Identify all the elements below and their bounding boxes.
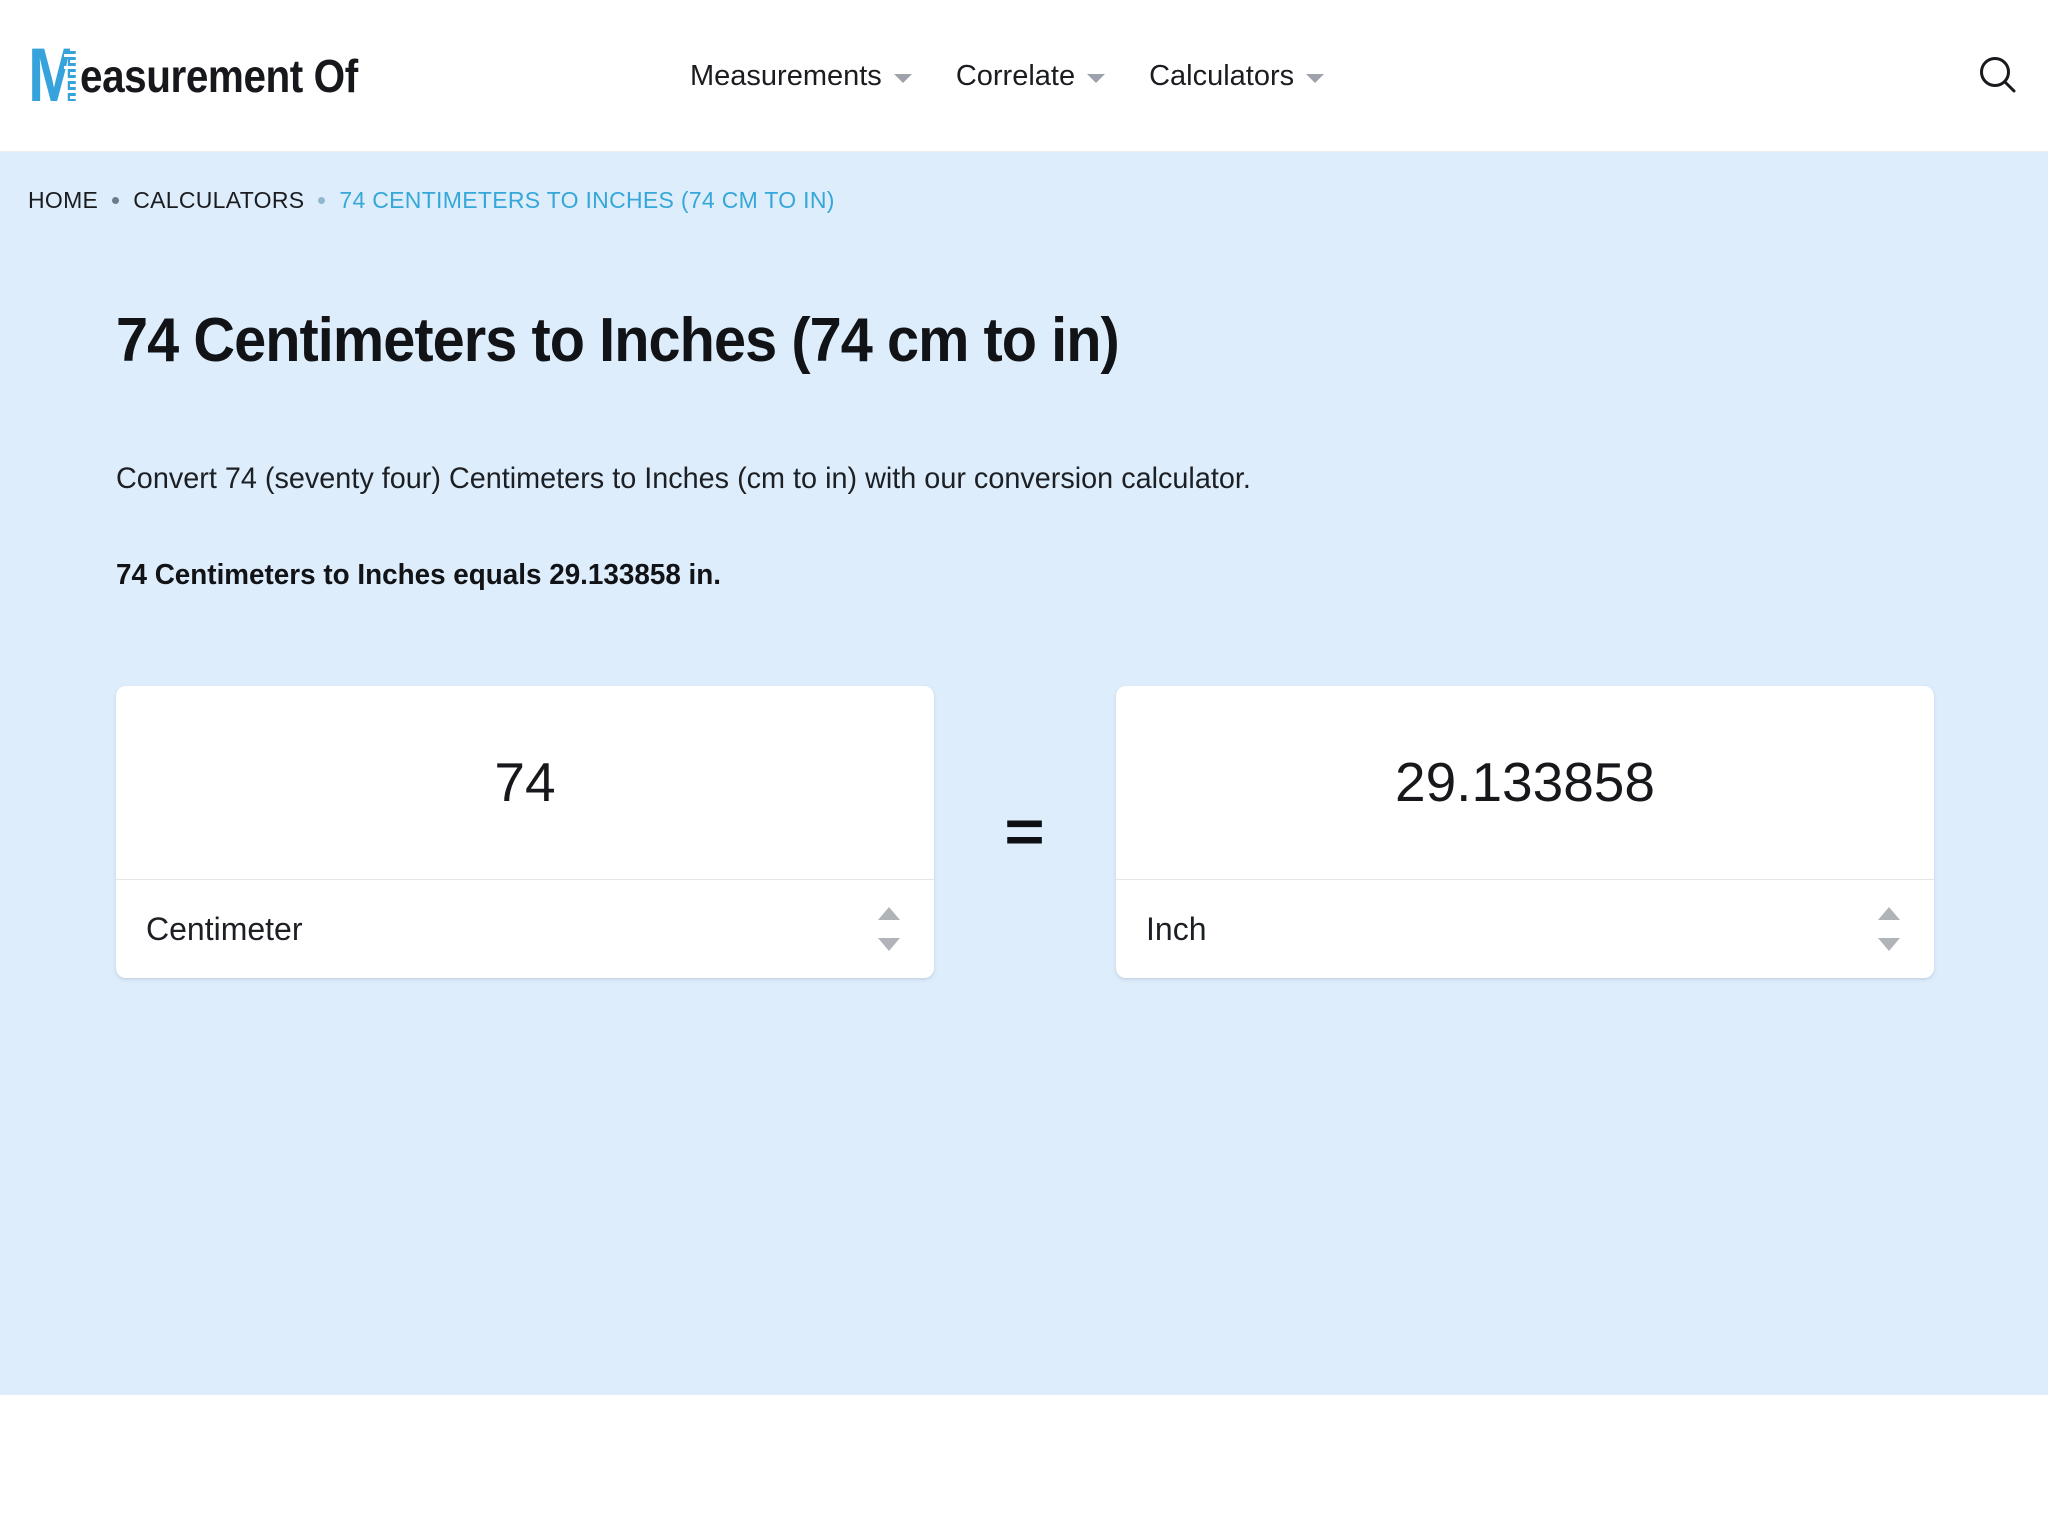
arrow-up-icon [878, 906, 900, 920]
logo-text: easurement Of [80, 49, 358, 102]
from-value-row: 74 [116, 686, 934, 880]
breadcrumb-item-current: 74 CENTIMETERS TO INCHES (74 CM TO IN) [339, 186, 835, 213]
from-unit-select[interactable]: Centimeter [116, 880, 934, 978]
chevron-down-icon [1306, 73, 1325, 83]
site-header: M easurement Of Measurements Correlate C… [0, 0, 2048, 152]
main-navigation: Measurements Correlate Calculators [690, 0, 1325, 152]
nav-item-measurements[interactable]: Measurements [690, 59, 912, 92]
breadcrumb-item-calculators[interactable]: CALCULATORS [133, 187, 304, 214]
from-unit-label: Centimeter [146, 910, 303, 947]
breadcrumb-separator-icon [318, 196, 326, 204]
converter-card-from: 74 Centimeter [116, 685, 934, 978]
hero-content: 74 Centimeters to Inches (74 cm to in) C… [0, 306, 2048, 978]
nav-item-label: Correlate [955, 59, 1076, 92]
chevron-down-icon [893, 73, 912, 83]
search-icon [1980, 56, 2016, 92]
result-summary: 74 Centimeters to Inches equals 29.13385… [116, 558, 722, 591]
ruler-ticks-icon [64, 47, 80, 105]
equals-separator: = [934, 797, 1116, 865]
site-logo[interactable]: M easurement Of [28, 37, 396, 113]
to-value-input[interactable]: 29.133858 [1142, 754, 1908, 810]
to-value-row: 29.133858 [1116, 686, 1934, 880]
breadcrumb-separator-icon [112, 196, 120, 204]
nav-item-calculators[interactable]: Calculators [1149, 59, 1325, 92]
to-unit-label: Inch [1146, 910, 1207, 947]
from-value-input[interactable]: 74 [142, 754, 908, 810]
converter-card-to: 29.133858 Inch [1116, 685, 1934, 978]
nav-item-label: Measurements [690, 59, 882, 92]
spinner-arrows-icon[interactable] [876, 906, 902, 951]
arrow-down-icon [878, 937, 900, 951]
breadcrumb-item-home[interactable]: HOME [28, 187, 98, 214]
hero-section: HOME CALCULATORS 74 CENTIMETERS TO INCHE… [0, 152, 2048, 1395]
chevron-down-icon [1087, 73, 1106, 83]
breadcrumb: HOME CALCULATORS 74 CENTIMETERS TO INCHE… [0, 152, 2048, 248]
nav-item-label: Calculators [1149, 59, 1295, 92]
nav-item-correlate[interactable]: Correlate [955, 59, 1106, 92]
ruler-m-logo-icon: M [28, 37, 84, 113]
spinner-arrows-icon[interactable] [1876, 906, 1902, 951]
to-unit-select[interactable]: Inch [1116, 880, 1934, 978]
arrow-up-icon [1878, 906, 1900, 920]
page-title: 74 Centimeters to Inches (74 cm to in) [116, 306, 1120, 375]
equals-sign: = [1004, 797, 1046, 865]
page-bottom-whitespace [0, 1395, 2048, 1536]
search-button[interactable] [1970, 48, 2026, 104]
arrow-down-icon [1878, 937, 1900, 951]
intro-paragraph: Convert 74 (seventy four) Centimeters to… [116, 462, 1251, 496]
conversion-calculator: 74 Centimeter = 29.133858 Inch [116, 685, 2020, 978]
